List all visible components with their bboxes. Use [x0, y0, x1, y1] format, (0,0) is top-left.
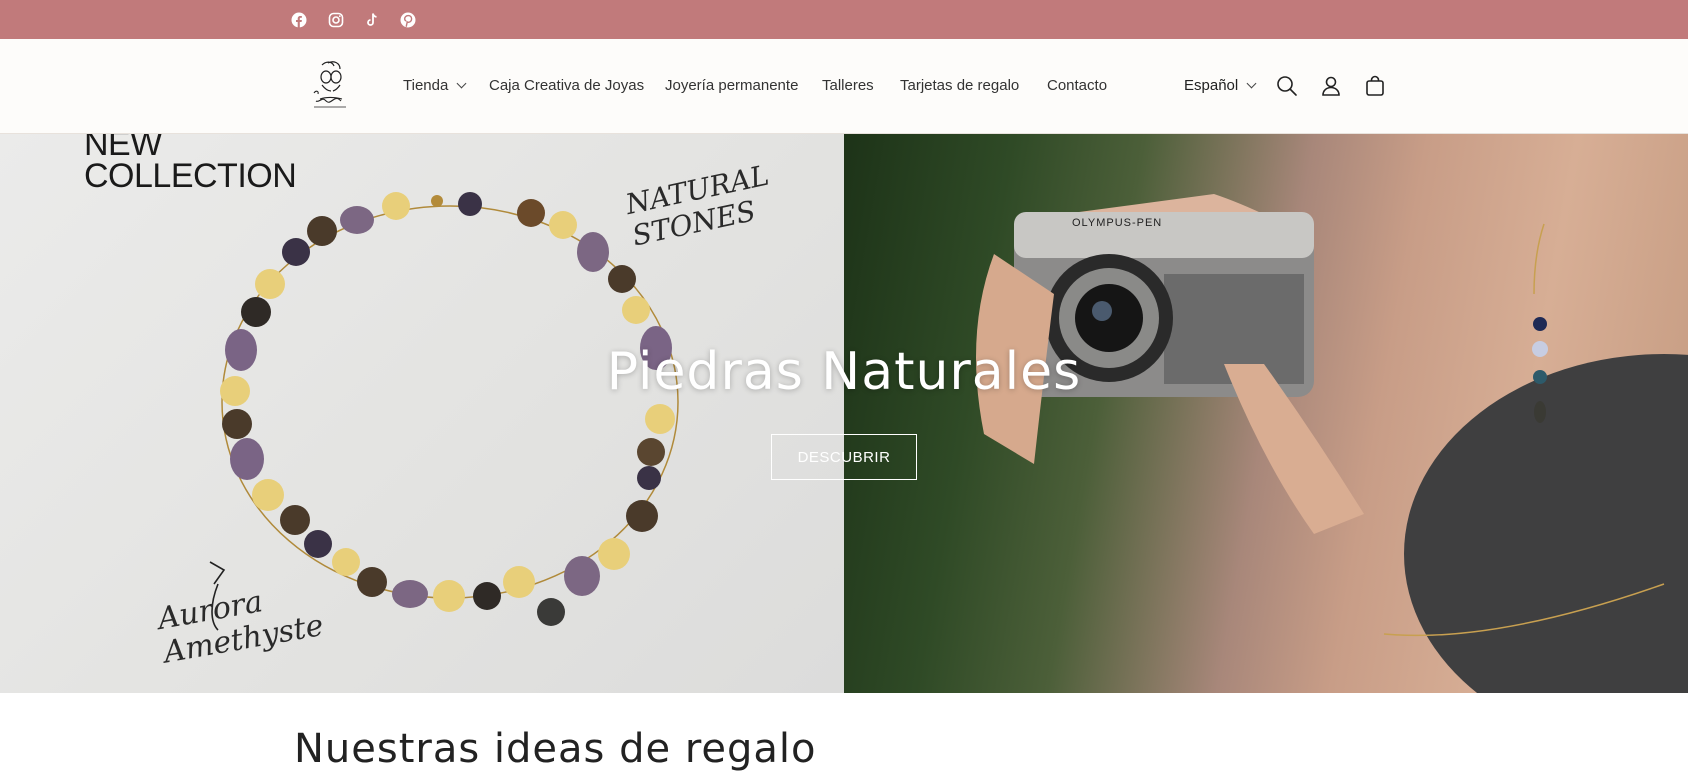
announcement-bar [0, 0, 1688, 40]
account-icon[interactable] [1318, 73, 1344, 99]
site-header: Tienda Caja Creativa de Joyas Joyería pe… [0, 39, 1688, 134]
hero-image-necklace: NEW COLLECTION NATURAL STONES Aurora Ame… [0, 134, 844, 693]
tiktok-icon[interactable] [362, 10, 382, 30]
discover-button[interactable]: DESCUBRIR [771, 434, 917, 480]
nav-contacto[interactable]: Contacto [1047, 77, 1107, 94]
hero-banner: NEW COLLECTION NATURAL STONES Aurora Ame… [0, 134, 1688, 693]
hero-image-camera-model: OLYMPUS-PEN [844, 134, 1688, 693]
camera-brand-text: OLYMPUS-PEN [1072, 217, 1162, 229]
nav-tarjetas-regalo[interactable]: Tarjetas de regalo [900, 77, 1019, 94]
nav-tienda[interactable]: Tienda [403, 77, 467, 94]
nav-talleres[interactable]: Talleres [822, 77, 874, 94]
hero-title: Piedras Naturales [606, 342, 1082, 402]
nav-joyeria-permanente[interactable]: Joyería permanente [665, 77, 798, 94]
instagram-icon[interactable] [326, 10, 346, 30]
facebook-icon[interactable] [289, 10, 309, 30]
pinterest-icon[interactable] [398, 10, 418, 30]
chevron-down-icon [1246, 78, 1257, 89]
language-selector[interactable]: Español [1184, 77, 1257, 94]
brand-logo[interactable] [300, 55, 360, 115]
camera-photo-illustration: OLYMPUS-PEN [976, 194, 1688, 693]
nav-caja-creativa[interactable]: Caja Creativa de Joyas [489, 77, 644, 94]
chevron-down-icon [456, 78, 467, 89]
cart-icon[interactable] [1362, 73, 1388, 99]
necklace-illustration [209, 192, 679, 631]
nav-tienda-label: Tienda [403, 77, 449, 94]
language-label: Español [1184, 77, 1239, 94]
gift-ideas-heading: Nuestras ideas de regalo [294, 726, 817, 772]
search-icon[interactable] [1274, 73, 1300, 99]
